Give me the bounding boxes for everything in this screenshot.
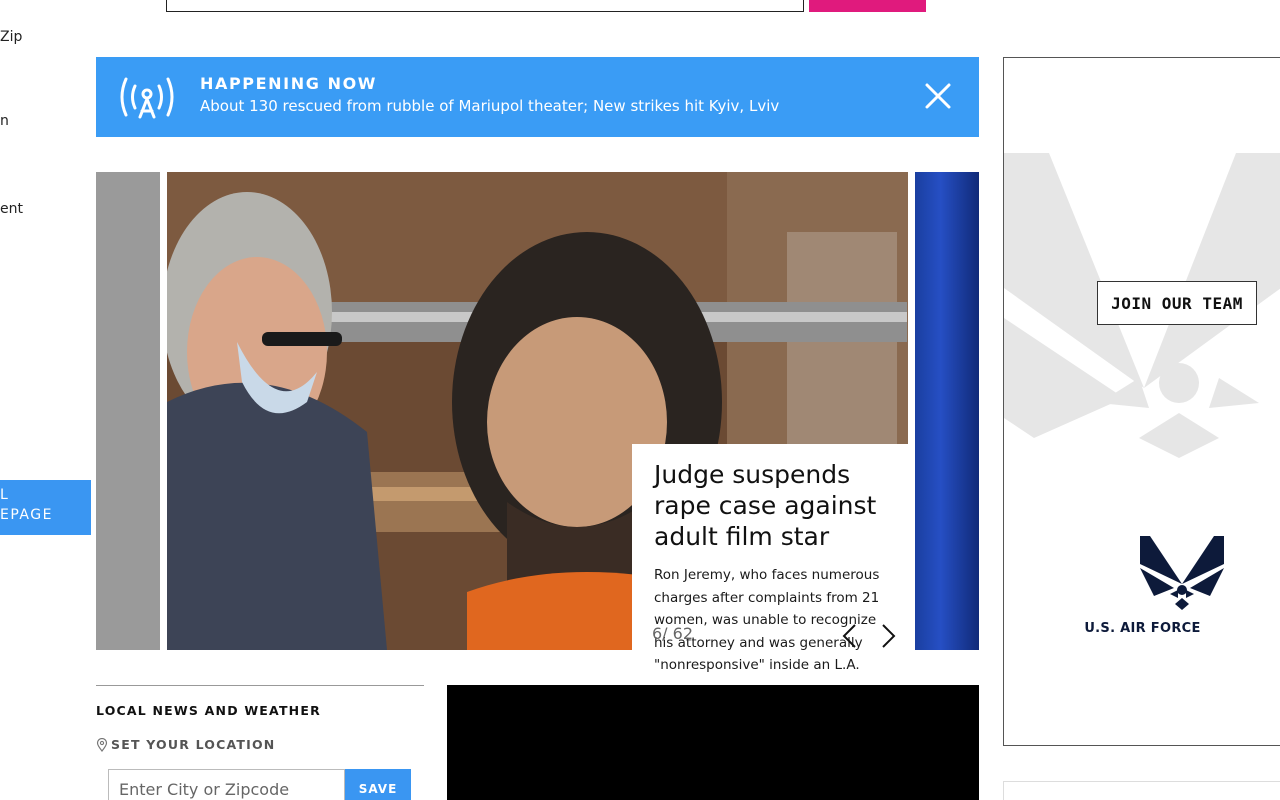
air-force-logo-icon [1140, 536, 1224, 610]
join-our-team-button[interactable]: JOIN OUR TEAM [1097, 281, 1257, 325]
story-title[interactable]: Judge suspends rape case against adult f… [654, 459, 892, 552]
set-location-label: SET YOUR LOCATION [111, 737, 276, 752]
broadcast-icon [120, 77, 174, 119]
previous-slide-peek[interactable] [96, 172, 160, 650]
chevron-right-icon[interactable] [878, 622, 900, 650]
story-card[interactable]: Judge suspends rape case against adult f… [632, 444, 910, 684]
ad-below-box [1003, 781, 1280, 800]
air-force-watermark-icon [1004, 153, 1280, 458]
sidebar-homepage-button[interactable]: L EPAGE [0, 480, 91, 535]
set-location-link[interactable]: SET YOUR LOCATION [96, 737, 275, 752]
zipcode-input[interactable] [108, 769, 345, 800]
close-icon[interactable] [922, 80, 954, 112]
sidebar-item-n[interactable]: n [0, 113, 9, 129]
banner-headline-link[interactable]: About 130 rescued from rubble of Mariupo… [200, 97, 779, 115]
advertisement[interactable]: JOIN OUR TEAM U.S. AIR FORCE [1003, 57, 1280, 746]
top-search-button[interactable] [809, 0, 926, 12]
chevron-left-icon[interactable] [838, 622, 860, 650]
story-summary: Ron Jeremy, who faces numerous charges a… [654, 567, 880, 673]
video-player[interactable] [447, 685, 979, 800]
save-location-button[interactable]: SAVE [345, 769, 411, 800]
sidebar-item-ent[interactable]: ent [0, 201, 23, 217]
local-news-divider [96, 685, 424, 686]
sidebar-homepage-label-1: L [0, 487, 10, 503]
ad-brand-name: U.S. AIR FORCE [1084, 621, 1201, 636]
slide-counter: 6/ 62 [652, 624, 694, 643]
sidebar-homepage-label-2: EPAGE [0, 507, 53, 523]
top-search-input[interactable] [166, 0, 804, 12]
happening-now-banner[interactable]: HAPPENING NOW About 130 rescued from rub… [96, 57, 979, 137]
location-pin-icon [96, 737, 108, 752]
next-slide-peek[interactable] [915, 172, 979, 650]
sidebar-item-zip[interactable]: Zip [0, 29, 22, 45]
banner-kicker: HAPPENING NOW [200, 74, 378, 93]
local-news-title: LOCAL NEWS AND WEATHER [96, 703, 321, 718]
